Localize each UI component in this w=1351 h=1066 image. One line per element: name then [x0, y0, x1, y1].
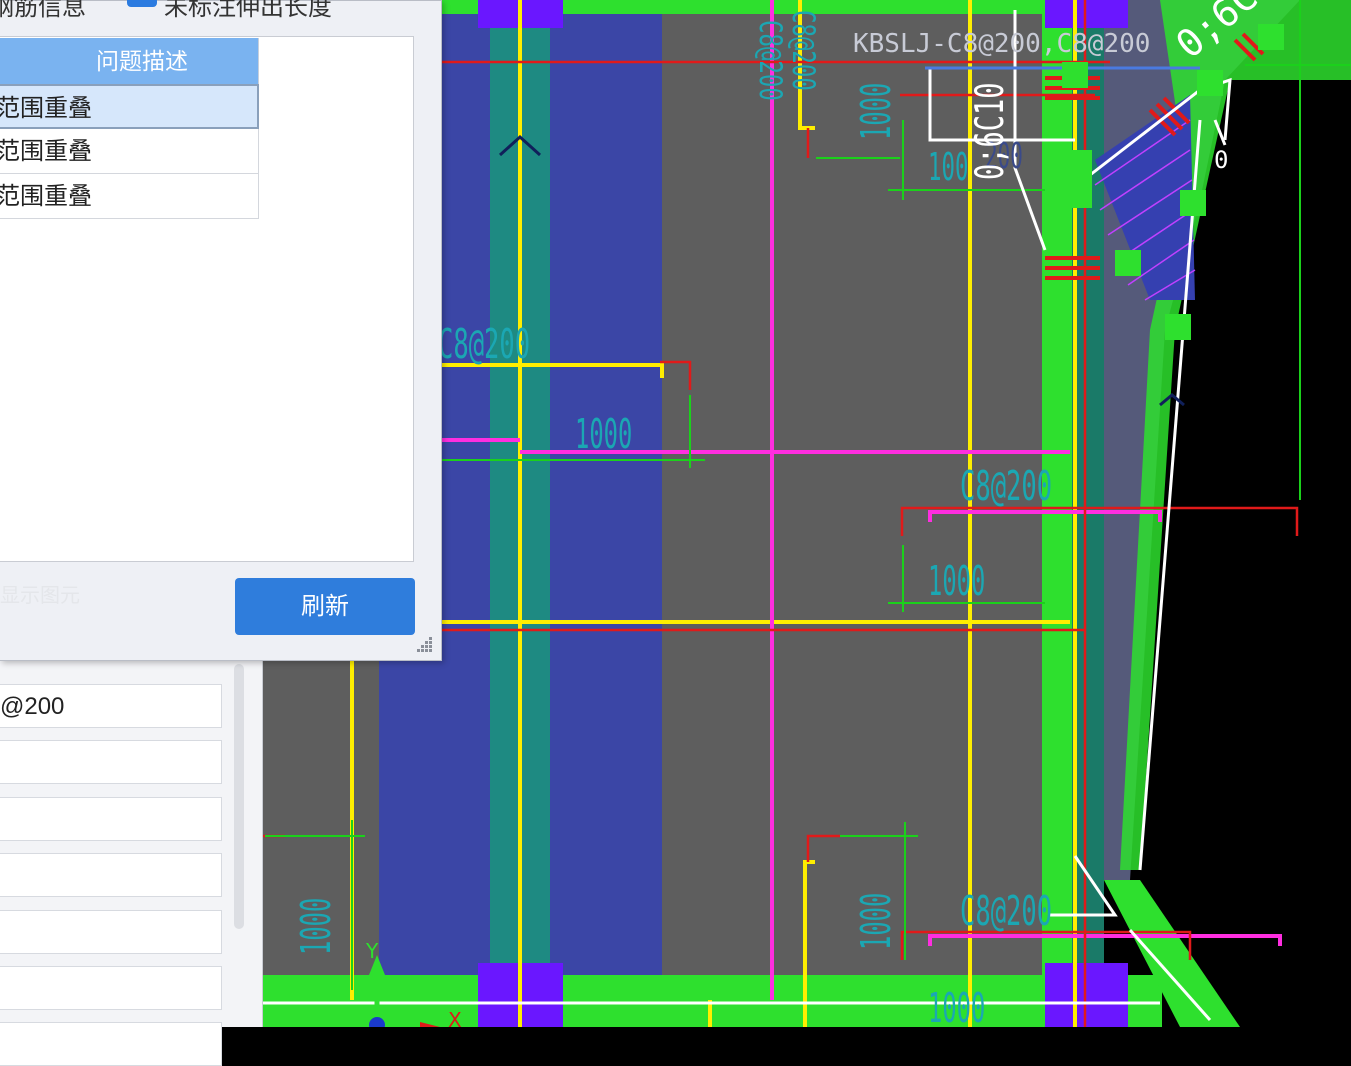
checkmark-icon[interactable]: ✓: [127, 0, 157, 7]
rebar-check-dialog: 钢筋信息 ✓ 未标注伸出长度 问题描述 范围重叠 范围重叠 范围重叠 显示图元 …: [0, 0, 442, 661]
cad-rebar-label-3: C8@200: [960, 888, 1052, 936]
column-top-right: [1045, 0, 1128, 28]
cad-dim-2: 1000: [928, 557, 985, 605]
cad-dim-7: 100: [928, 146, 968, 190]
issue-list-item[interactable]: 范围重叠: [0, 129, 259, 174]
refresh-button[interactable]: 刷新: [235, 578, 415, 635]
issue-list-item[interactable]: 范围重叠: [0, 174, 259, 219]
rebar-info-label: 钢筋信息: [0, 0, 86, 21]
cad-dim-4: 1000: [852, 83, 900, 140]
property-value-row[interactable]: @200: [0, 684, 222, 728]
issue-list-header[interactable]: 问题描述: [0, 38, 259, 84]
faint-status-text: 显示图元: [0, 585, 80, 607]
cad-small-label-1: 0;6C10: [967, 83, 1013, 180]
property-value-row[interactable]: [0, 910, 222, 954]
property-value-row[interactable]: [0, 1022, 222, 1066]
cad-dim-6: 1000: [852, 893, 900, 950]
cad-rebar-label-4: C8@200: [785, 10, 820, 91]
axis-label-x: X: [448, 1008, 462, 1027]
cad-dim-5: 1000: [292, 898, 340, 955]
property-panel: @200: [0, 660, 263, 1066]
cad-rebar-label-5: C8@200: [752, 20, 787, 101]
property-panel-scrollbar[interactable]: [234, 664, 244, 929]
property-value-row[interactable]: [0, 797, 222, 841]
cad-title-label: KBSLJ-C8@200,C8@200: [853, 29, 1150, 59]
issue-list-item[interactable]: 范围重叠: [0, 84, 259, 129]
property-value-row[interactable]: [0, 966, 222, 1010]
property-value-row[interactable]: [0, 740, 222, 784]
cad-rebar-label-1: C8@200: [438, 321, 530, 369]
axis-label-y: Y: [365, 939, 379, 963]
cad-small-label-3: 0: [1214, 146, 1228, 174]
resize-grip-icon[interactable]: [416, 636, 434, 654]
cad-rebar-label-2: C8@200: [960, 463, 1052, 511]
property-value-row[interactable]: [0, 853, 222, 897]
unlabeled-extension-checkbox-label[interactable]: 未标注伸出长度: [164, 0, 332, 22]
cad-dim-3: 1000: [928, 984, 985, 1027]
column-bottom-right: [1045, 963, 1128, 1027]
cad-dim-1: 1000: [575, 410, 632, 458]
